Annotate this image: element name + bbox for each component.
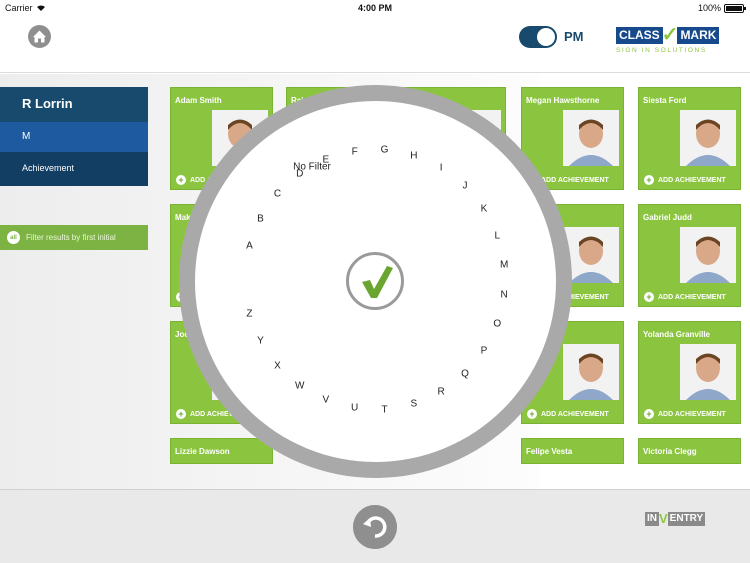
student-name: Felipe Vesta <box>526 447 573 456</box>
add-achievement-button[interactable]: + ADD ACHIEVEMENT <box>527 409 609 419</box>
letter-option-v[interactable]: V <box>323 395 330 406</box>
bottom-bar: IN V ENTRY <box>0 489 750 563</box>
initial-filter-button[interactable]: all Filter results by first initial <box>0 225 148 250</box>
letter-option-d[interactable]: D <box>296 169 303 180</box>
logo-mark-text: MARK <box>677 26 720 44</box>
student-name: Gabriel Judd <box>643 213 692 222</box>
logo-check-icon: ✓ <box>661 24 679 46</box>
teacher-panel: R Lorrin M Achievement <box>0 87 148 186</box>
plus-icon: + <box>644 409 654 419</box>
student-card[interactable]: Gabriel Judd + ADD ACHIEVEMENT <box>638 204 741 307</box>
letter-option-z[interactable]: Z <box>246 308 252 319</box>
letter-option-o[interactable]: O <box>493 319 501 330</box>
plus-icon: + <box>176 409 186 419</box>
class-name[interactable]: M <box>0 122 148 152</box>
logo-tagline: SIGN IN SOLUTIONS <box>616 47 707 54</box>
classmark-logo: CLASS ✓ MARK SIGN IN SOLUTIONS <box>616 25 720 57</box>
letter-option-j[interactable]: J <box>462 181 467 192</box>
battery-group: 100% <box>697 3 746 13</box>
letter-option-b[interactable]: B <box>257 213 264 224</box>
inventry-logo: IN V ENTRY <box>645 511 706 526</box>
letter-option-h[interactable]: H <box>410 150 417 161</box>
letter-option-i[interactable]: I <box>440 163 443 174</box>
clock: 4:00 PM <box>357 3 392 13</box>
battery-percent: 100% <box>697 3 721 13</box>
add-achievement-button[interactable]: + ADD ACHIEVEMENT <box>644 175 726 185</box>
record-type[interactable]: Achievement <box>0 152 148 186</box>
student-name: Lizzie Dawson <box>175 447 230 456</box>
add-achievement-label: ADD ACHIEVEMENT <box>541 176 609 184</box>
student-photo <box>563 110 619 166</box>
student-card[interactable]: Siesta Ford + ADD ACHIEVEMENT <box>638 87 741 190</box>
letter-option-r[interactable]: R <box>438 386 445 397</box>
student-card[interactable]: Lizzie Dawson <box>170 438 273 464</box>
plus-icon: + <box>176 175 186 185</box>
letter-option-x[interactable]: X <box>274 360 281 371</box>
brand-entry: ENTRY <box>667 512 706 526</box>
student-card[interactable]: Felipe Vesta <box>521 438 624 464</box>
status-bar: Carrier 4:00 PM 100% <box>0 0 750 16</box>
letter-option-f[interactable]: F <box>352 146 358 157</box>
letter-option-y[interactable]: Y <box>257 336 264 347</box>
pm-toggle[interactable] <box>519 26 557 48</box>
letter-option-m[interactable]: M <box>500 260 508 271</box>
logo-class-text: CLASS <box>616 26 663 44</box>
student-card[interactable]: Victoria Clegg <box>638 438 741 464</box>
add-achievement-label: ADD ACHIEVEMENT <box>658 410 726 418</box>
letter-option-q[interactable]: Q <box>461 368 469 379</box>
student-name: Megan Hawsthorne <box>526 96 600 105</box>
letter-option-t[interactable]: T <box>381 404 387 415</box>
letter-option-n[interactable]: N <box>501 289 508 300</box>
letter-option-w[interactable]: W <box>295 380 304 391</box>
toggle-knob <box>537 28 555 46</box>
letter-option-p[interactable]: P <box>481 345 488 356</box>
plus-icon: + <box>644 292 654 302</box>
session-label: PM <box>564 29 584 44</box>
plus-icon: + <box>527 409 537 419</box>
filter-badge: all <box>7 231 20 244</box>
brand-v: V <box>659 511 668 526</box>
home-icon[interactable] <box>27 24 52 49</box>
add-achievement-button[interactable]: + ADD ACHIEVEMENT <box>644 409 726 419</box>
student-name: Yolanda Granville <box>643 330 710 339</box>
app-header: PM CLASS ✓ MARK SIGN IN SOLUTIONS <box>0 16 750 73</box>
dial-confirm-button[interactable] <box>346 252 404 310</box>
student-photo <box>563 344 619 400</box>
undo-icon[interactable] <box>353 505 397 549</box>
letter-option-c[interactable]: C <box>274 189 281 200</box>
student-photo <box>680 110 736 166</box>
letter-option-e[interactable]: E <box>323 154 330 165</box>
teacher-name[interactable]: R Lorrin <box>0 87 148 122</box>
plus-icon: + <box>644 175 654 185</box>
student-name: Victoria Clegg <box>643 447 697 456</box>
letter-option-k[interactable]: K <box>481 204 488 215</box>
letter-option-l[interactable]: L <box>495 230 501 241</box>
add-achievement-label: ADD ACHIEVEMENT <box>541 410 609 418</box>
add-achievement-label: ADD ACHIEVEMENT <box>658 293 726 301</box>
student-photo <box>680 227 736 283</box>
letter-option-s[interactable]: S <box>411 399 418 410</box>
student-photo <box>680 344 736 400</box>
battery-icon <box>724 3 746 13</box>
brand-in: IN <box>645 512 659 526</box>
add-achievement-button[interactable]: + ADD ACHIEVEMENT <box>644 292 726 302</box>
filter-label: Filter results by first initial <box>26 233 116 242</box>
student-card[interactable]: Yolanda Granville + ADD ACHIEVEMENT <box>638 321 741 424</box>
letter-option-a[interactable]: A <box>246 241 253 252</box>
student-name: Siesta Ford <box>643 96 687 105</box>
letter-option-g[interactable]: G <box>381 145 389 156</box>
checkmark-icon <box>362 266 393 298</box>
add-achievement-label: ADD ACHIEVEMENT <box>658 176 726 184</box>
student-name: Adam Smith <box>175 96 222 105</box>
letter-option-u[interactable]: U <box>351 403 358 414</box>
